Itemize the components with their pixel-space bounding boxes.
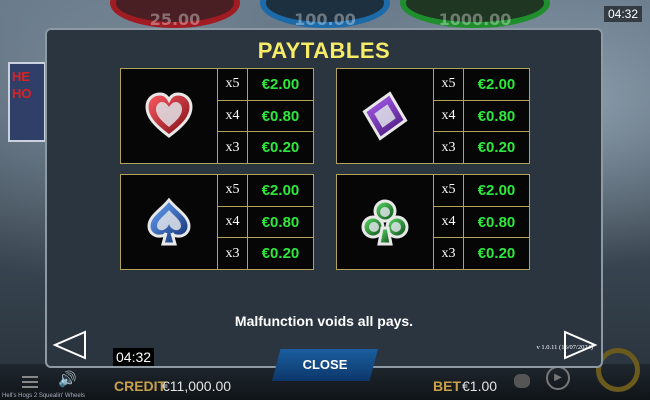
pay-multiplier: x5 — [434, 69, 464, 100]
spade-icon — [147, 197, 191, 246]
session-clock: 04:32 — [113, 348, 155, 366]
paytable-row: x4 €0.80 — [434, 100, 529, 133]
coin-stack-icon[interactable] — [514, 374, 530, 388]
paytable-row: x3 €0.20 — [218, 132, 313, 164]
pay-multiplier: x3 — [434, 238, 464, 270]
credit-label: CREDIT — [114, 378, 167, 394]
pay-multiplier: x5 — [218, 69, 248, 100]
pay-multiplier: x4 — [218, 206, 248, 238]
paytable-row: x5 €2.00 — [218, 69, 313, 101]
pay-amount: €0.80 — [477, 107, 516, 125]
pay-multiplier: x3 — [434, 132, 464, 164]
game-title: Hell's Hogs 2 Squealin' Wheels — [2, 393, 85, 399]
pay-multiplier: x3 — [218, 132, 248, 164]
close-button[interactable]: CLOSE — [272, 349, 378, 381]
diamond-icon — [362, 91, 408, 141]
paytable-panel: PAYTABLES x5 €2.00 x4 €0.80 x3 €0.20 x5 … — [45, 28, 603, 368]
pay-amount: €0.80 — [261, 107, 300, 125]
heart-symbol-cell — [121, 69, 218, 163]
menu-icon[interactable] — [22, 376, 38, 388]
paytable-card-spade: x5 €2.00 x4 €0.80 x3 €0.20 — [120, 174, 314, 270]
pay-amount: €0.20 — [261, 139, 300, 157]
paytable-row: x4 €0.80 — [218, 100, 313, 133]
paytable-rows: x5 €2.00 x4 €0.80 x3 €0.20 — [434, 175, 529, 270]
pay-multiplier: x4 — [218, 100, 248, 132]
sound-icon[interactable]: 🔊 — [58, 370, 77, 388]
bet-value: €1.00 — [462, 378, 498, 394]
heart-icon — [145, 92, 193, 138]
credit-value: €11,000.00 — [162, 378, 232, 394]
pay-amount: €0.20 — [477, 245, 516, 263]
previous-page-arrow-icon[interactable] — [52, 330, 88, 360]
club-icon — [361, 199, 409, 246]
spade-symbol-cell — [121, 175, 218, 269]
diamond-symbol-cell — [337, 69, 434, 163]
pay-amount: €0.80 — [477, 213, 516, 231]
jackpot-meter-green: 1000.00 — [400, 0, 550, 29]
paytable-row: x5 €2.00 — [434, 69, 529, 101]
pay-multiplier: x5 — [434, 175, 464, 206]
paytable-title: PAYTABLES — [257, 38, 391, 63]
pay-multiplier: x5 — [218, 175, 248, 206]
paytable-row: x3 €0.20 — [218, 238, 313, 270]
paytable-rows: x5 €2.00 x4 €0.80 x3 €0.20 — [434, 69, 529, 164]
pay-multiplier: x4 — [434, 100, 464, 132]
jackpot-meter-blue: 100.00 — [260, 0, 390, 29]
bet-label: BET — [433, 378, 461, 394]
paytable-row: x5 €2.00 — [218, 175, 313, 207]
autoplay-icon[interactable]: ▶ — [546, 366, 570, 390]
pay-amount: €0.20 — [261, 245, 300, 263]
paytable-row: x5 €2.00 — [434, 175, 529, 207]
paytable-rows: x5 €2.00 x4 €0.80 x3 €0.20 — [218, 69, 313, 164]
jackpot-meter-red: 25.00 — [110, 0, 240, 29]
club-symbol-cell — [337, 175, 434, 269]
pay-amount: €0.20 — [477, 139, 516, 157]
top-clock: 04:32 — [603, 6, 642, 22]
pay-amount: €2.00 — [477, 75, 516, 93]
next-page-arrow-icon[interactable] — [562, 330, 598, 360]
pay-amount: €2.00 — [261, 181, 300, 199]
paytable-row: x4 €0.80 — [434, 206, 529, 239]
pay-amount: €0.80 — [261, 213, 300, 231]
pay-multiplier: x4 — [434, 206, 464, 238]
background-sign: HE HO — [8, 62, 46, 142]
malfunction-disclaimer: Malfunction voids all pays. — [234, 313, 414, 329]
paytable-row: x3 €0.20 — [434, 238, 529, 270]
pay-amount: €2.00 — [477, 181, 516, 199]
paytable-card-club: x5 €2.00 x4 €0.80 x3 €0.20 — [336, 174, 530, 270]
paytable-card-heart: x5 €2.00 x4 €0.80 x3 €0.20 — [120, 68, 314, 164]
pay-multiplier: x3 — [218, 238, 248, 270]
paytable-rows: x5 €2.00 x4 €0.80 x3 €0.20 — [218, 175, 313, 270]
paytable-card-diamond: x5 €2.00 x4 €0.80 x3 €0.20 — [336, 68, 530, 164]
paytable-row: x3 €0.20 — [434, 132, 529, 164]
pay-amount: €2.00 — [261, 75, 300, 93]
paytable-row: x4 €0.80 — [218, 206, 313, 239]
